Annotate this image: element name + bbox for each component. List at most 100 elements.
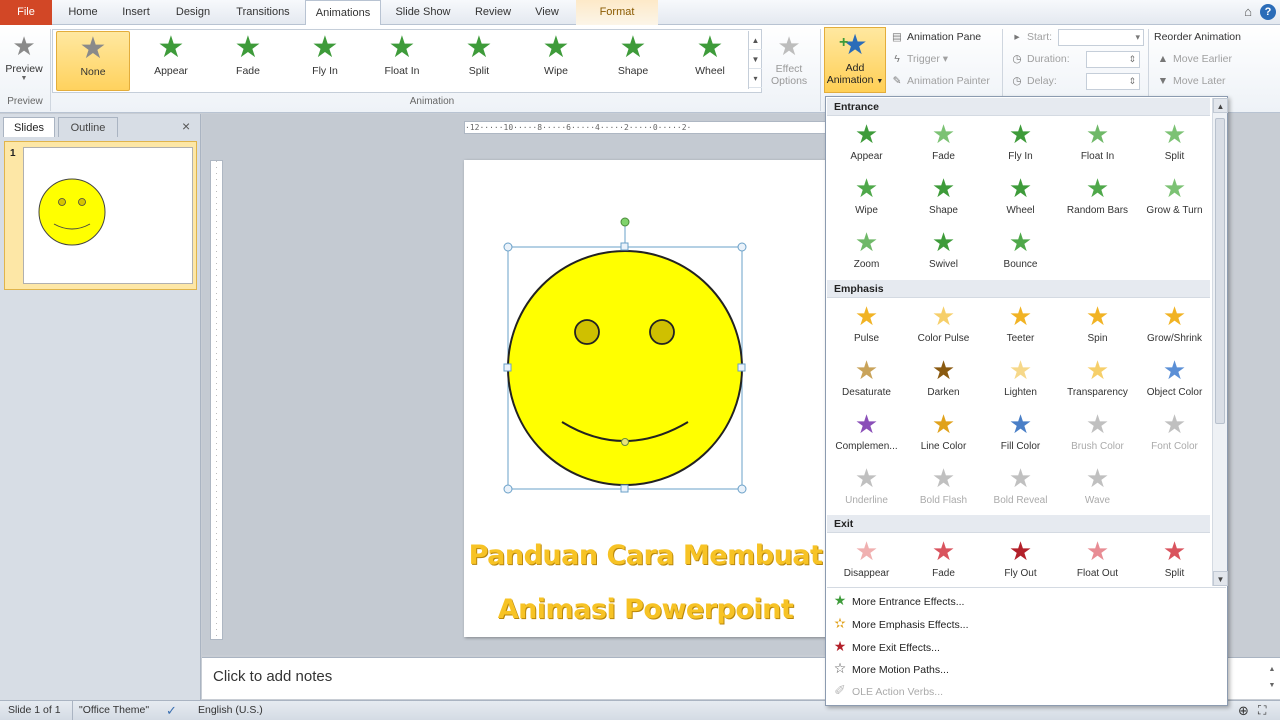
entrance-effect-swivel[interactable]: ★ Swivel xyxy=(905,227,982,279)
effect-options-button[interactable]: ★ Effect Options xyxy=(766,29,812,93)
effect-label: Font Color xyxy=(1151,441,1198,452)
entrance-effect-shape[interactable]: ★ Shape xyxy=(905,173,982,225)
entrance-effect-fly-in[interactable]: ★ Fly In xyxy=(982,119,1059,171)
close-pane-icon[interactable]: × xyxy=(182,118,190,134)
spell-check-icon[interactable]: ✓ xyxy=(166,701,177,720)
ole-action-verbs[interactable]: ✐ OLE Action Verbs... xyxy=(828,679,1226,701)
emphasis-effect-line-color[interactable]: ★ Line Color xyxy=(905,409,982,461)
exit-effect-fly-out[interactable]: ★ Fly Out xyxy=(982,536,1059,588)
star-entrance-icon: ★ xyxy=(1085,173,1110,203)
gallery-item-fly-in[interactable]: ★ Fly In xyxy=(288,31,362,91)
scroll-up-icon[interactable]: ▲ xyxy=(749,31,762,50)
exit-effect-split[interactable]: ★ Split xyxy=(1136,536,1213,588)
more-emphasis-effects[interactable]: ✫ More Emphasis Effects... xyxy=(828,612,1226,634)
slide-thumbnail[interactable] xyxy=(23,147,193,284)
tab-format[interactable]: Format xyxy=(576,0,658,25)
gallery-item-wheel[interactable]: ★ Wheel xyxy=(673,31,747,91)
gallery-item-none[interactable]: ★ None xyxy=(56,31,130,91)
gallery-item-label: Wipe xyxy=(544,65,568,77)
tab-slides[interactable]: Slides xyxy=(3,117,55,137)
emphasis-effect-pulse[interactable]: ★ Pulse xyxy=(828,301,905,353)
emphasis-effect-grow-shrink[interactable]: ★ Grow/Shrink xyxy=(1136,301,1213,353)
exit-effect-disappear[interactable]: ★ Disappear xyxy=(828,536,905,588)
help-icon[interactable]: ? xyxy=(1260,4,1276,20)
delay-spinner[interactable]: ⇕ xyxy=(1086,73,1140,90)
exit-effect-fade[interactable]: ★ Fade xyxy=(905,536,982,588)
more-exit-effects[interactable]: ★ More Exit Effects... xyxy=(828,635,1226,657)
gallery-item-wipe[interactable]: ★ Wipe xyxy=(519,31,593,91)
add-animation-button[interactable]: ★ + Add Animation ▼ xyxy=(824,27,886,93)
entrance-effect-bounce[interactable]: ★ Bounce xyxy=(982,227,1059,279)
tab-design[interactable]: Design xyxy=(166,0,220,25)
tab-slide-show[interactable]: Slide Show xyxy=(386,0,460,25)
add-animation-label-row: Animation ▼ xyxy=(825,74,885,88)
gallery-item-fade[interactable]: ★ Fade xyxy=(211,31,285,91)
animation-pane-button[interactable]: ▤ Animation Pane xyxy=(890,31,981,43)
animation-painter-button[interactable]: ✎ Animation Painter xyxy=(890,75,990,87)
more-motion-paths[interactable]: ☆ More Motion Paths... xyxy=(828,657,1226,679)
more-entrance-effects[interactable]: ★ More Entrance Effects... xyxy=(828,589,1226,611)
fit-to-window-icon[interactable]: ⛶ xyxy=(1258,701,1266,720)
emphasis-effect-lighten[interactable]: ★ Lighten xyxy=(982,355,1059,407)
emphasis-effect-transparency[interactable]: ★ Transparency xyxy=(1059,355,1136,407)
scroll-down-icon[interactable]: ▼ xyxy=(1213,571,1228,586)
tab-animations[interactable]: Animations xyxy=(305,0,381,26)
tab-insert[interactable]: Insert xyxy=(112,0,160,25)
exit-effect-float-out[interactable]: ★ Float Out xyxy=(1059,536,1136,588)
duration-spinner[interactable]: ⇕ xyxy=(1086,51,1140,68)
entrance-effect-fade[interactable]: ★ Fade xyxy=(905,119,982,171)
emphasis-header: Emphasis xyxy=(827,280,1210,298)
trigger-button[interactable]: ϟ Trigger ▾ xyxy=(890,53,948,65)
gallery-scroll[interactable]: ▲ ▼ ▾ xyxy=(748,31,762,89)
emphasis-effect-teeter[interactable]: ★ Teeter xyxy=(982,301,1059,353)
emphasis-effect-darken[interactable]: ★ Darken xyxy=(905,355,982,407)
tab-view[interactable]: View xyxy=(524,0,570,25)
minimize-ribbon-icon[interactable]: ⌂ xyxy=(1240,4,1256,20)
entrance-effect-wheel[interactable]: ★ Wheel xyxy=(982,173,1059,225)
scroll-up-icon[interactable]: ▲ xyxy=(1213,98,1228,113)
gallery-item-float-in[interactable]: ★ Float In xyxy=(365,31,439,91)
emphasis-effect-complemen[interactable]: ★ Complemen... xyxy=(828,409,905,461)
move-earlier-button[interactable]: ▲ Move Earlier xyxy=(1156,53,1232,65)
entrance-effect-wipe[interactable]: ★ Wipe xyxy=(828,173,905,225)
scroll-thumb[interactable] xyxy=(1215,118,1225,424)
language[interactable]: English (U.S.) xyxy=(198,701,263,720)
entrance-effect-appear[interactable]: ★ Appear xyxy=(828,119,905,171)
tab-home[interactable]: Home xyxy=(58,0,108,25)
tab-outline[interactable]: Outline xyxy=(58,117,118,137)
effect-label: Split xyxy=(1164,568,1185,579)
entrance-effect-float-in[interactable]: ★ Float In xyxy=(1059,119,1136,171)
group-divider xyxy=(820,29,821,111)
star-emphasis-icon: ★ xyxy=(854,463,879,493)
notes-placeholder[interactable]: Click to add notes xyxy=(213,668,332,685)
caption-line-1: Panduan Cara Membuat xyxy=(468,540,823,571)
dropdown-scrollbar[interactable]: ▲ ▼ xyxy=(1212,98,1228,586)
preview-button[interactable]: ★ Preview ▼ xyxy=(2,29,46,91)
gallery-item-split[interactable]: ★ Split xyxy=(442,31,516,91)
star-green-icon: ★ xyxy=(542,31,570,64)
star-emphasis-icon: ★ xyxy=(1162,409,1187,439)
entrance-effect-split[interactable]: ★ Split xyxy=(1136,119,1213,171)
emphasis-effect-fill-color[interactable]: ★ Fill Color xyxy=(982,409,1059,461)
entrance-effect-grow-turn[interactable]: ★ Grow & Turn xyxy=(1136,173,1213,225)
notes-scrollbar[interactable]: ▲ ▼ xyxy=(1266,662,1278,696)
emphasis-effect-color-pulse[interactable]: ★ Color Pulse xyxy=(905,301,982,353)
emphasis-effect-desaturate[interactable]: ★ Desaturate xyxy=(828,355,905,407)
preview-label: Preview xyxy=(5,63,43,75)
effect-options-label: Effect Options xyxy=(771,63,808,87)
entrance-effect-random-bars[interactable]: ★ Random Bars xyxy=(1059,173,1136,225)
emphasis-effect-spin[interactable]: ★ Spin xyxy=(1059,301,1136,353)
gallery-more-icon[interactable]: ▾ xyxy=(749,69,762,88)
zoom-in-icon[interactable]: ⊕ xyxy=(1238,701,1249,720)
gallery-item-shape[interactable]: ★ Shape xyxy=(596,31,670,91)
start-dropdown[interactable]: ▾ xyxy=(1058,29,1144,46)
gallery-item-appear[interactable]: ★ Appear xyxy=(134,31,208,91)
tab-review[interactable]: Review xyxy=(466,0,520,25)
tab-file[interactable]: File xyxy=(0,0,52,25)
scroll-down-icon[interactable]: ▼ xyxy=(749,50,762,69)
entrance-effect-zoom[interactable]: ★ Zoom xyxy=(828,227,905,279)
emphasis-effect-object-color[interactable]: ★ Object Color xyxy=(1136,355,1213,407)
slide-thumbnail-selected[interactable]: 1 xyxy=(4,141,197,290)
tab-transitions[interactable]: Transitions xyxy=(226,0,300,25)
move-later-button[interactable]: ▼ Move Later xyxy=(1156,75,1226,87)
